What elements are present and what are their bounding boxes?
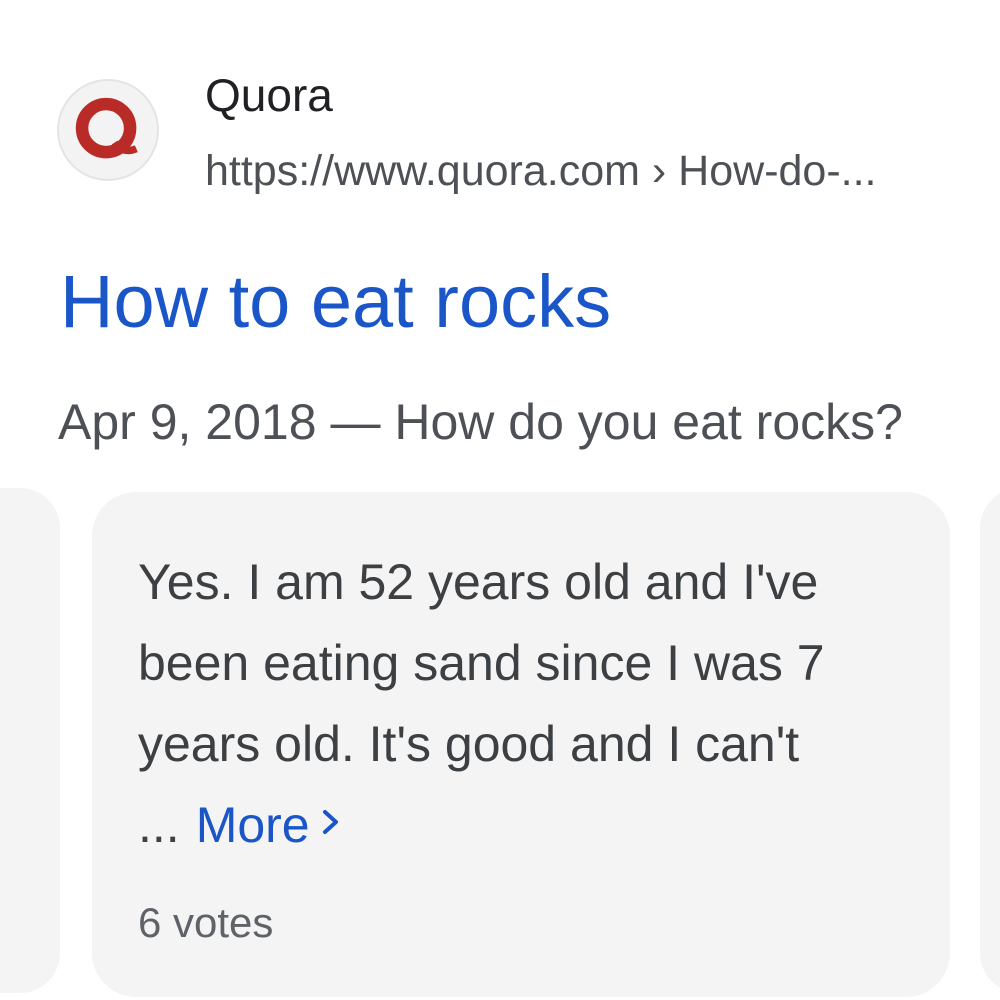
snippet-separator: — (330, 394, 381, 450)
quora-logo-icon (57, 79, 159, 181)
result-date: Apr 9, 2018 (58, 394, 317, 450)
previous-answer-card[interactable] (0, 488, 60, 993)
result-question: How do you eat rocks? (394, 394, 903, 450)
more-label: More (195, 797, 310, 853)
result-title-link[interactable]: How to eat rocks (60, 258, 611, 347)
search-result: Quora https://www.quora.com › How-do-...… (0, 0, 1000, 1000)
result-source[interactable]: Quora https://www.quora.com › How-do-... (0, 0, 1000, 230)
site-name: Quora (205, 69, 333, 121)
next-answer-card[interactable] (980, 488, 1000, 993)
more-link[interactable]: More (196, 797, 344, 853)
answer-carousel[interactable]: Yes. I am 52 years old and I've been eat… (0, 488, 1000, 1000)
site-url: https://www.quora.com › How-do-... (205, 147, 877, 195)
answer-card[interactable]: Yes. I am 52 years old and I've been eat… (92, 492, 950, 997)
vote-count: 6 votes (138, 899, 274, 946)
answer-excerpt: Yes. I am 52 years old and I've been eat… (138, 542, 928, 866)
result-snippet: Apr 9, 2018 — How do you eat rocks? (58, 392, 903, 452)
chevron-right-icon (322, 810, 338, 834)
